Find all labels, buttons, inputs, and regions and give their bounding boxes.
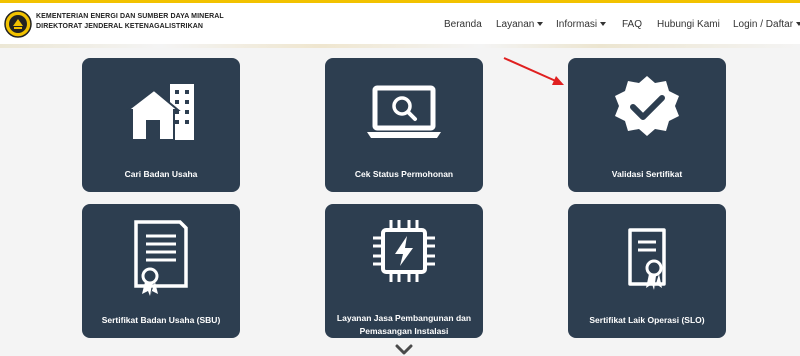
card-label: Cek Status Permohonan	[354, 169, 454, 179]
nav-informasi[interactable]: Informasi	[556, 19, 607, 30]
top-navbar: KEMENTERIAN ENERGI DAN SUMBER DAYA MINER…	[0, 0, 800, 44]
org-line-2: DIREKTORAT JENDERAL KETENAGALISTRIKAN	[36, 23, 204, 30]
nav-layanan[interactable]: Layanan	[496, 19, 544, 30]
card-label: Cari Badan Usaha	[124, 169, 198, 179]
card-label: Validasi Sertifikat	[611, 169, 683, 179]
building-icon	[125, 84, 194, 141]
laptop-search-icon	[367, 85, 441, 138]
nav-faq-label: FAQ	[622, 19, 643, 30]
card-label-line-1: Layanan Jasa Pembangunan dan	[336, 313, 472, 323]
nav-login-daftar[interactable]: Login / Daftar	[733, 19, 800, 30]
caret-down-icon	[796, 22, 800, 27]
org-line-1: KEMENTERIAN ENERGI DAN SUMBER DAYA MINER…	[36, 13, 224, 20]
scroll-down-chevron-icon[interactable]	[395, 344, 413, 356]
nav-layanan-label: Layanan	[496, 19, 535, 30]
chip-bolt-icon	[373, 220, 435, 282]
card-validasi-sertifikat[interactable]: Validasi Sertifikat	[568, 58, 726, 192]
nav-login-label: Login / Daftar	[733, 19, 794, 30]
card-label: Sertifikat Badan Usaha (SBU)	[101, 315, 221, 325]
organization-name: KEMENTERIAN ENERGI DAN SUMBER DAYA MINER…	[36, 12, 224, 32]
nav-beranda[interactable]: Beranda	[444, 19, 482, 30]
caret-down-icon	[537, 22, 544, 27]
award-certificate-icon	[628, 228, 666, 290]
card-layanan-jasa-pembangunan[interactable]: Layanan Jasa Pembangunan dan Pemasangan …	[325, 204, 483, 338]
card-cari-badan-usaha[interactable]: Cari Badan Usaha	[82, 58, 240, 192]
caret-down-icon	[600, 22, 607, 27]
nav-informasi-label: Informasi	[556, 19, 598, 30]
banner-strip	[0, 44, 800, 48]
annotation-arrow-icon	[503, 57, 564, 85]
card-sertifikat-badan-usaha[interactable]: Sertifikat Badan Usaha (SBU)	[82, 204, 240, 338]
card-sertifikat-laik-operasi[interactable]: Sertifikat Laik Operasi (SLO)	[568, 204, 726, 338]
certificate-icon	[134, 220, 188, 296]
esdm-logo-icon[interactable]	[4, 10, 32, 38]
card-label-line-2: Pemasangan Instalasi	[359, 326, 449, 336]
nav-hubungi-kami[interactable]: Hubungi Kami	[657, 19, 720, 30]
nav-hubungi-label: Hubungi Kami	[657, 19, 720, 30]
nav-beranda-label: Beranda	[444, 19, 482, 30]
verified-badge-icon	[615, 76, 679, 136]
nav-faq[interactable]: FAQ	[622, 19, 642, 30]
card-label: Sertifikat Laik Operasi (SLO)	[589, 315, 705, 325]
card-cek-status-permohonan[interactable]: Cek Status Permohonan	[325, 58, 483, 192]
